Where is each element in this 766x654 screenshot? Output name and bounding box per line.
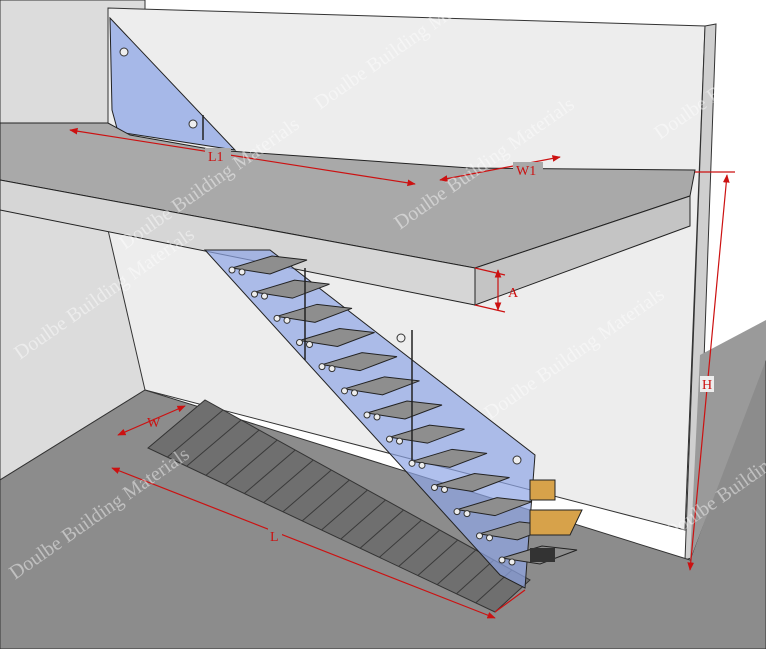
tread-bolt <box>508 558 516 566</box>
staircase-dimension-diagram: L1 W1 A H W L Doulbe Building Materials … <box>0 0 766 650</box>
tread-bolt <box>373 413 381 421</box>
tread-bolt <box>363 411 371 419</box>
tread-bolt <box>273 314 281 322</box>
railing-bolt <box>512 455 522 465</box>
tread-bolt <box>431 484 438 491</box>
tread-bolt <box>283 316 291 324</box>
tread-bolt <box>396 437 403 445</box>
a-label: A <box>508 286 519 301</box>
tread-bolt <box>441 486 448 493</box>
tread-bolt <box>476 532 483 540</box>
tread-bolt <box>463 510 471 518</box>
tread-bolt <box>486 534 493 542</box>
tread-bolt <box>498 556 506 564</box>
tread-bolt <box>238 268 246 276</box>
tread-bolt <box>351 389 358 397</box>
wood-step <box>529 479 556 501</box>
tread-bolt <box>418 461 426 469</box>
tread-bolt <box>251 290 258 298</box>
w1-label: W1 <box>516 164 536 179</box>
tread-bolt <box>306 341 313 348</box>
tread-bolt <box>261 292 268 300</box>
tread-bolt <box>453 508 461 516</box>
tread-bolt <box>408 459 416 467</box>
tread-bolt <box>296 339 303 346</box>
w-label: W <box>147 416 161 431</box>
tread-bolt <box>328 365 336 373</box>
tread-bolt <box>386 435 393 443</box>
railing-bolt <box>396 333 406 343</box>
tread-bolt <box>341 387 348 395</box>
railing-bolt <box>188 119 198 129</box>
railing-bolt <box>119 47 129 57</box>
h-label: H <box>702 378 712 393</box>
tread-bolt <box>228 266 236 274</box>
tread-bolt <box>318 363 326 371</box>
base-plate <box>530 548 555 562</box>
l-label: L <box>270 530 279 545</box>
